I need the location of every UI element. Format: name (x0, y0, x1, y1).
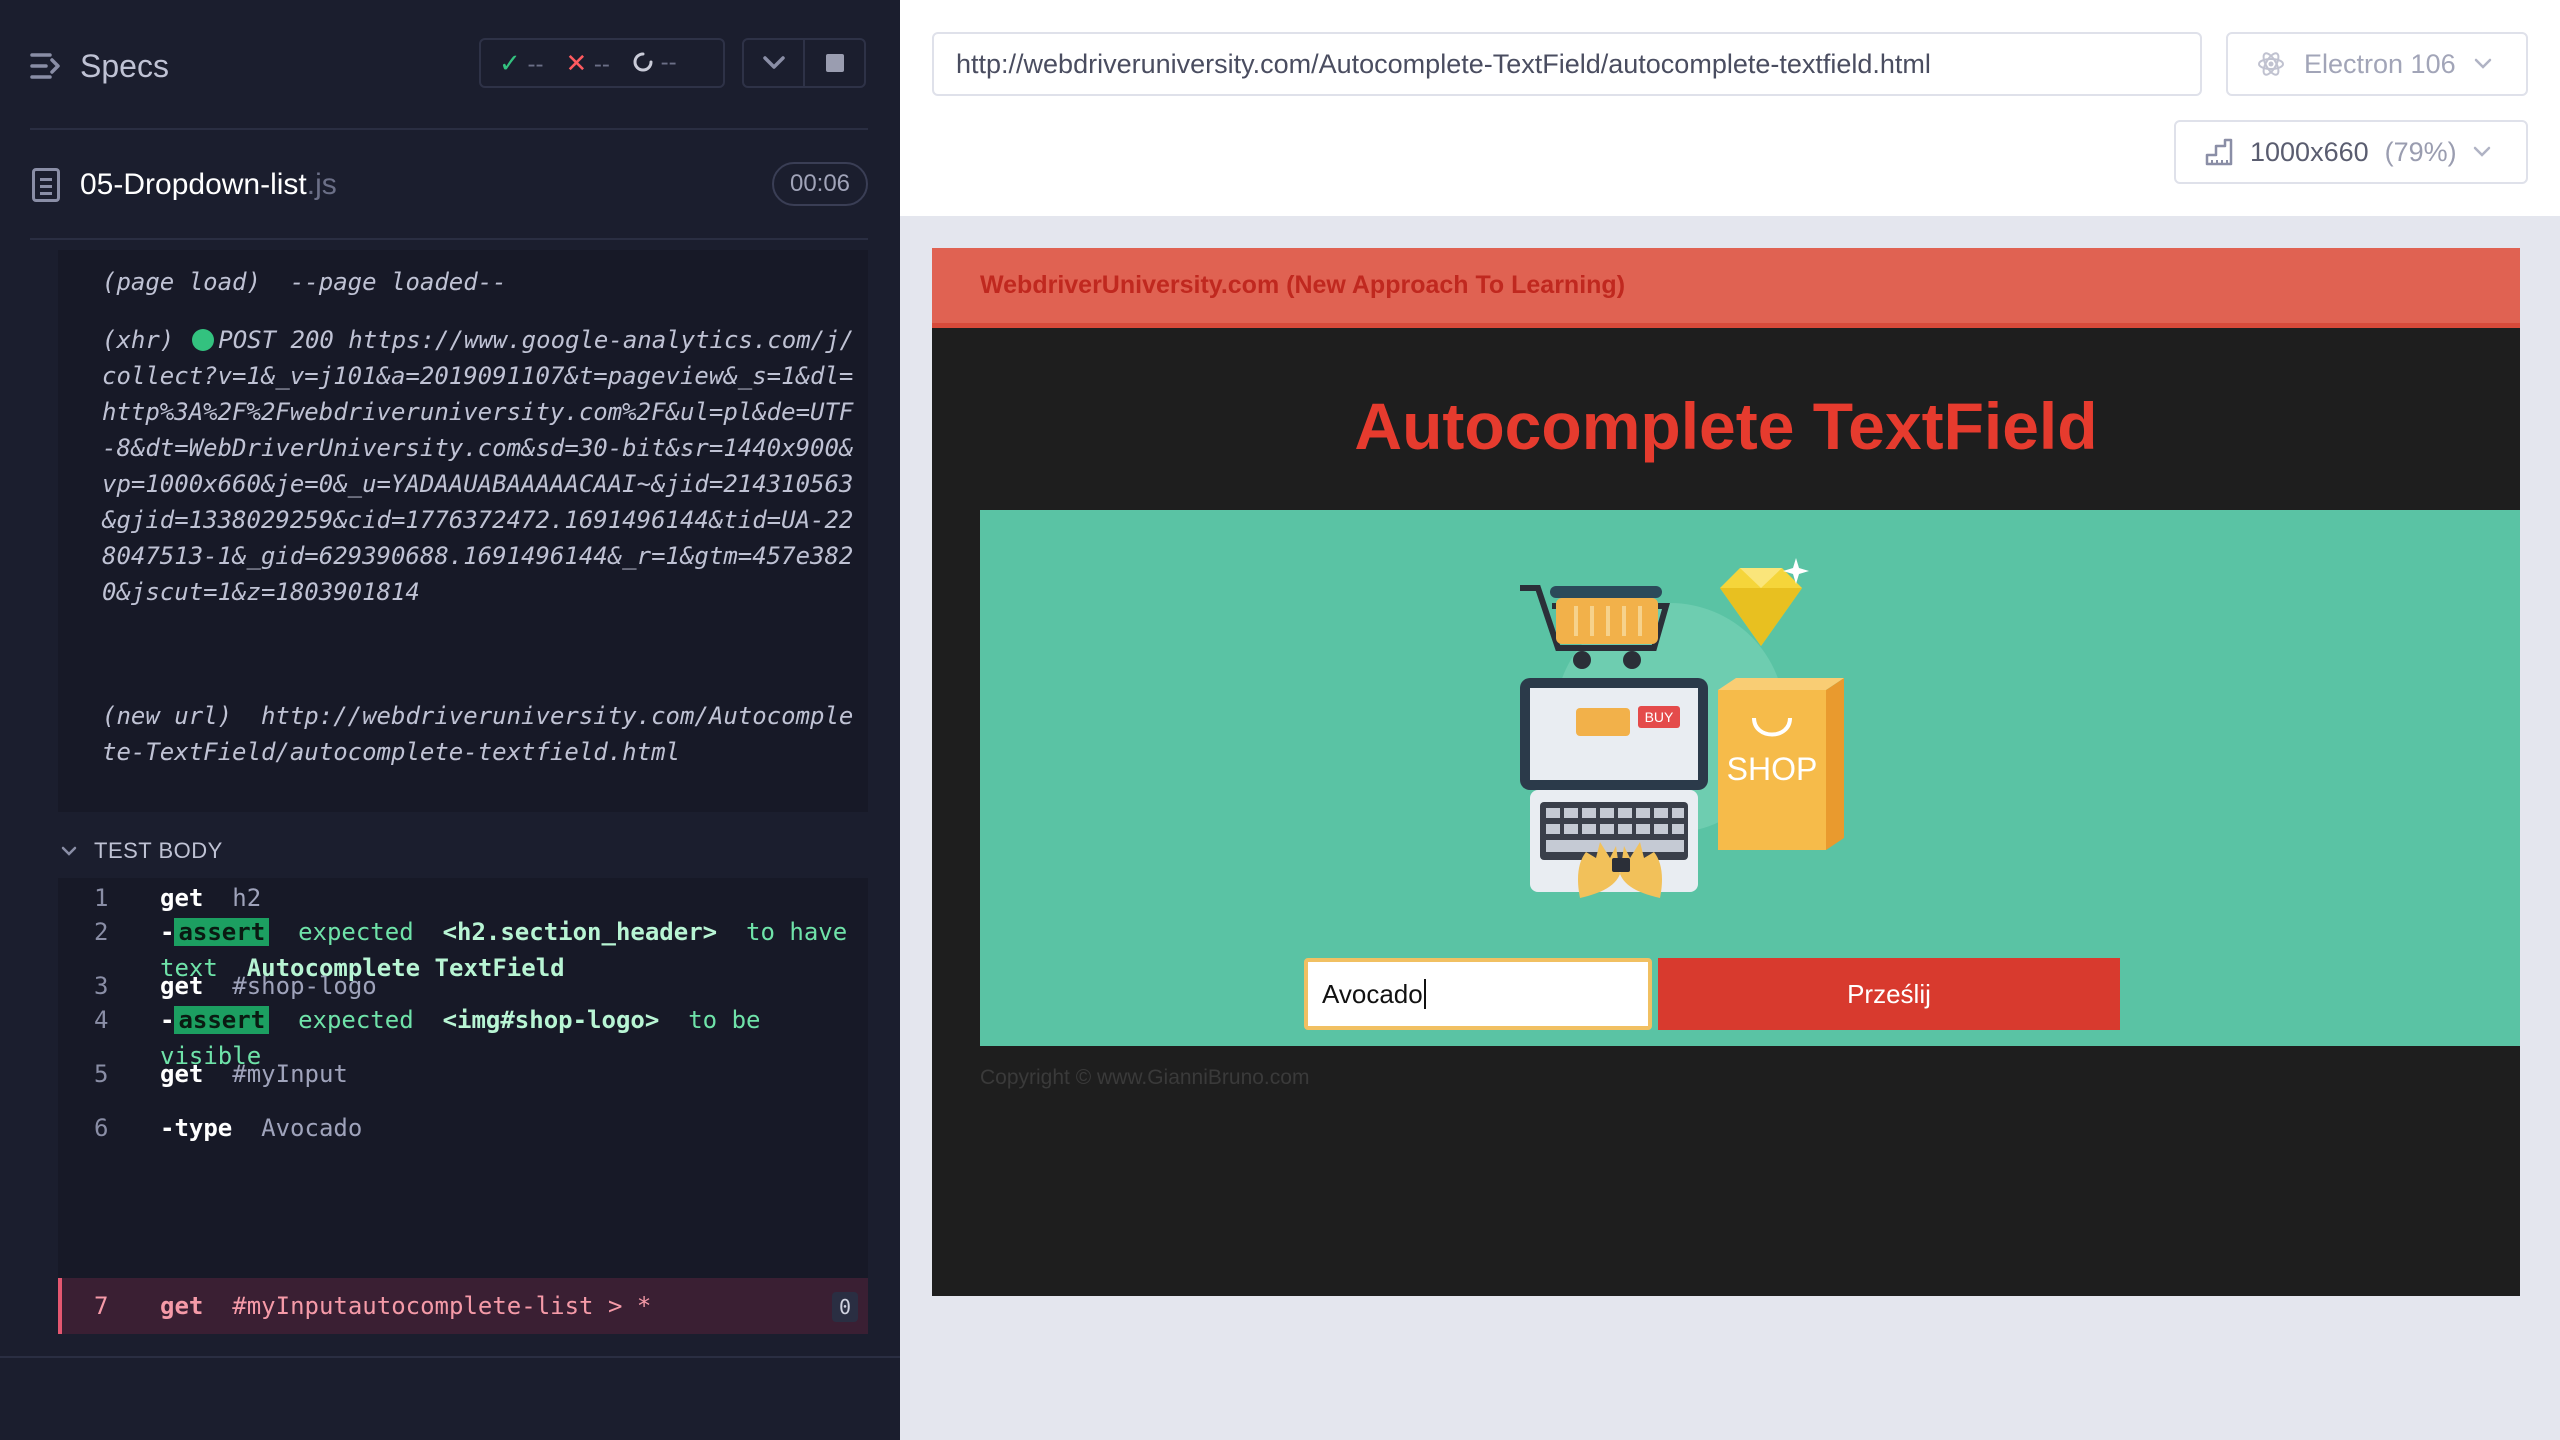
viewport-size: 1000x660 (2250, 136, 2369, 167)
collapse-all-button[interactable] (744, 40, 805, 86)
reporter-controls (742, 38, 866, 88)
site-banner[interactable]: WebdriverUniversity.com (New Approach To… (932, 248, 2520, 328)
chevron-down-icon (2473, 146, 2490, 157)
specs-menu-icon (30, 53, 60, 79)
log-xhr[interactable]: (xhr) POST 200 https://www.google-analyti… (102, 322, 862, 610)
stop-button[interactable] (805, 40, 864, 86)
laptop-icon: BUY (1520, 678, 1708, 898)
x-icon: ✕ (565, 47, 588, 78)
assert-badge: assert (174, 918, 270, 946)
log-page-load[interactable]: (page load) --page loaded-- (102, 264, 862, 300)
check-icon: ✓ (499, 47, 521, 78)
command-list: 1 get h2 2 - assert expected <h2.section_… (58, 878, 868, 1334)
svg-text:SHOP: SHOP (1727, 751, 1818, 787)
submit-button[interactable]: Prześlij (1658, 958, 2120, 1030)
browser-name: Electron 106 (2304, 48, 2456, 79)
browser-selector[interactable]: Electron 106 (2226, 32, 2528, 96)
spec-file-name: 05-Dropdown-list.js (80, 168, 337, 201)
divider (30, 128, 868, 130)
spec-file-row[interactable]: 05-Dropdown-list.js 00:06 (0, 150, 900, 220)
status-dot-icon (192, 329, 215, 351)
viewport-scale: (79%) (2384, 136, 2457, 167)
specs-toggle-button[interactable] (30, 44, 64, 88)
divider (30, 238, 868, 240)
document-icon (32, 168, 60, 202)
command-row-active[interactable]: 7 get #myInputautocomplete-list > * 0 (58, 1278, 868, 1334)
failed-stat: ✕ -- (565, 47, 610, 78)
passed-stat: ✓ -- (499, 47, 544, 78)
section-header: Autocomplete TextField (1354, 389, 2098, 463)
svg-text:BUY: BUY (1645, 709, 1674, 725)
aut-header: http://webdriveruniversity.com/Autocompl… (900, 0, 2560, 216)
viewport-selector[interactable]: 1000x660 (79%) (2174, 120, 2528, 184)
url-bar[interactable]: http://webdriveruniversity.com/Autocompl… (932, 32, 2202, 96)
electron-icon (2258, 52, 2284, 76)
autocomplete-input[interactable]: Avocado (1304, 958, 1652, 1030)
chevron-down-icon[interactable] (60, 842, 78, 860)
aut-iframe: WebdriverUniversity.com (New Approach To… (932, 248, 2520, 1296)
stop-icon (825, 54, 844, 72)
cypress-reporter: Specs ✓ -- ✕ -- -- 05-Dropdown-list.js 0… (0, 0, 900, 1440)
element-count-badge: 0 (832, 1292, 858, 1322)
chevron-down-icon (762, 56, 785, 69)
ruler-icon (2205, 138, 2233, 166)
test-body-header[interactable]: TEST BODY (94, 838, 223, 864)
test-stats: ✓ -- ✕ -- -- (479, 38, 725, 88)
copyright-text: Copyright © www.GianniBruno.com (980, 1066, 1310, 1089)
spec-duration: 00:06 (772, 162, 868, 206)
reporter-header: Specs ✓ -- ✕ -- -- (0, 0, 900, 130)
pending-stat: -- (632, 49, 677, 77)
shop-logo: BUY SHOP (1520, 558, 1844, 898)
log-new-url[interactable]: (new url) http://webdriveruniversity.com… (102, 698, 862, 770)
specs-label[interactable]: Specs (80, 48, 169, 85)
shopping-bag-icon: SHOP (1718, 678, 1844, 850)
spinner-icon (633, 52, 653, 72)
shop-panel: BUY SHOP Avocado Prześlij (980, 510, 2520, 1046)
text-caret (1423, 979, 1426, 1009)
chevron-down-icon (2474, 58, 2491, 69)
assert-badge: assert (174, 1006, 270, 1034)
divider (0, 1356, 900, 1358)
